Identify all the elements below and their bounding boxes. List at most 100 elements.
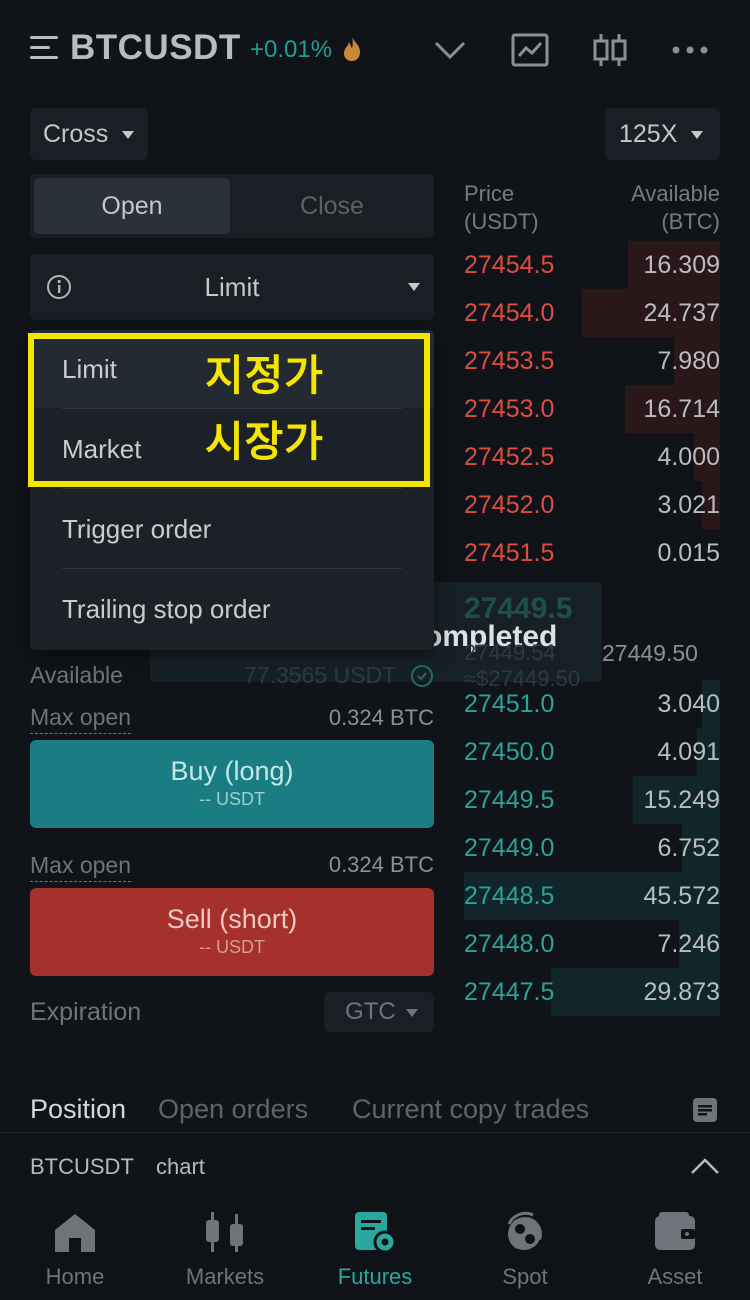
bid-row[interactable]: 27448.5 45.572 [464, 872, 720, 920]
caret-down-icon [408, 283, 420, 291]
nav-markets[interactable]: Markets [150, 1186, 300, 1300]
nav-home[interactable]: Home [0, 1186, 150, 1300]
bid-qty: 45.572 [643, 882, 720, 910]
chart-bar-label[interactable]: chart [156, 1154, 205, 1180]
bid-qty: 15.249 [643, 786, 720, 814]
price-change: +0.01% [250, 36, 333, 63]
buy-long-button[interactable]: Buy (long) -- USDT [30, 740, 434, 828]
ask-price: 27453.5 [464, 347, 555, 375]
available-value: 77.3565 USDT [244, 662, 397, 688]
ask-row[interactable]: 27454.5 16.309 [464, 241, 720, 289]
more-icon[interactable] [670, 30, 710, 70]
bid-row[interactable]: 27450.0 4.091 [464, 728, 720, 776]
bid-row[interactable]: 27449.5 15.249 [464, 776, 720, 824]
expiration-select[interactable]: GTC [324, 992, 434, 1032]
tab-current-copy-trades[interactable]: Current copy trades [352, 1094, 589, 1125]
spot-icon [503, 1210, 547, 1254]
ask-qty: 3.021 [657, 491, 720, 519]
nav-markets-label: Markets [185, 1264, 265, 1289]
buy-button-amount: -- USDT [199, 789, 265, 809]
divider [62, 568, 402, 569]
price-header-label: Price [464, 181, 515, 206]
qty-column-header: Available (BTC) [631, 180, 720, 236]
pair-title[interactable]: BTCUSDT [70, 28, 241, 68]
ask-row[interactable]: 27452.0 3.021 [464, 481, 720, 529]
nav-futures[interactable]: Futures [300, 1186, 450, 1300]
bid-row[interactable]: 27447.5 29.873 [464, 968, 720, 1016]
ask-qty: 16.309 [643, 251, 720, 279]
nav-home-label: Home [45, 1264, 105, 1289]
candlestick-icon[interactable] [590, 30, 630, 70]
open-close-tabs: Open Close [30, 174, 434, 238]
caret-down-icon [122, 131, 135, 140]
wallet-icon [653, 1210, 697, 1254]
expiration-label: Expiration [30, 998, 142, 1026]
bid-price: 27451.0 [464, 690, 555, 718]
candlestick-icon [203, 1210, 247, 1254]
ask-price: 27452.5 [464, 443, 555, 471]
nav-spot-label: Spot [502, 1264, 548, 1289]
margin-mode-label: Cross [43, 120, 109, 148]
buy-button-label: Buy (long) [170, 756, 294, 786]
bid-qty: 3.040 [657, 690, 720, 718]
chart-icon[interactable] [510, 30, 550, 70]
max-open-long-value: 0.324 BTC [328, 705, 434, 730]
ask-qty: 4.000 [657, 443, 720, 471]
max-open-short-value: 0.324 BTC [328, 852, 434, 877]
bid-price: 27449.0 [464, 834, 555, 862]
nav-asset[interactable]: Asset [600, 1186, 750, 1300]
qty-header-label: Available [631, 181, 720, 206]
ask-price: 27454.5 [464, 251, 555, 279]
ask-price: 27451.5 [464, 539, 555, 567]
dropdown-item-trailing-stop-order[interactable]: Trailing stop order [62, 594, 271, 625]
ask-row[interactable]: 27453.5 7.980 [464, 337, 720, 385]
bid-row[interactable]: 27448.0 7.246 [464, 920, 720, 968]
margin-mode-select[interactable]: Cross [30, 108, 148, 160]
leverage-select[interactable]: 125X [605, 108, 720, 160]
bid-price: 27448.5 [464, 882, 555, 910]
caret-down-icon [691, 131, 704, 140]
tab-open[interactable]: Open [34, 178, 230, 234]
max-open-label[interactable]: Max open [30, 852, 132, 882]
ask-price: 27452.0 [464, 491, 555, 519]
tab-open-orders[interactable]: Open orders [158, 1094, 308, 1125]
menu-icon[interactable] [30, 34, 60, 62]
qty-header-unit: (BTC) [661, 209, 720, 234]
order-type-value: Limit [204, 272, 260, 302]
bid-qty: 29.873 [643, 978, 720, 1006]
sell-button-label: Sell (short) [166, 904, 298, 934]
max-open-label[interactable]: Max open [30, 704, 132, 734]
tab-position[interactable]: Position [30, 1094, 126, 1125]
annotation-limit-korean: 지정가 [205, 352, 324, 399]
bid-row[interactable]: 27449.0 6.752 [464, 824, 720, 872]
tab-close[interactable]: Close [234, 178, 430, 234]
price-header-unit: (USDT) [464, 209, 539, 234]
dropdown-item-trigger-order[interactable]: Trigger order [62, 514, 211, 545]
transfer-icon[interactable] [410, 664, 434, 688]
bid-price: 27447.5 [464, 978, 555, 1006]
chevron-down-icon[interactable] [430, 30, 470, 70]
caret-down-icon [405, 1008, 418, 1017]
chevron-up-icon[interactable] [690, 1156, 720, 1176]
sell-short-button[interactable]: Sell (short) -- USDT [30, 888, 434, 976]
ask-qty: 24.737 [643, 299, 720, 327]
top-bar: BTCUSDT +0.01% [0, 0, 750, 100]
bid-price: 27450.0 [464, 738, 555, 766]
chart-bar-pair[interactable]: BTCUSDT [30, 1154, 134, 1180]
nav-asset-label: Asset [647, 1264, 703, 1289]
order-type-select[interactable]: Limit [30, 254, 434, 320]
bottom-navigation: Home Markets Futures Spot Asset [0, 1186, 750, 1300]
document-icon[interactable] [692, 1097, 718, 1123]
ask-row[interactable]: 27453.0 16.714 [464, 385, 720, 433]
ask-price: 27454.0 [464, 299, 555, 327]
sell-button-amount: -- USDT [199, 937, 265, 957]
leverage-label: 125X [619, 120, 678, 148]
ask-qty: 7.980 [657, 347, 720, 375]
ask-row[interactable]: 27454.0 24.737 [464, 289, 720, 337]
bid-price: 27449.5 [464, 786, 555, 814]
nav-spot[interactable]: Spot [450, 1186, 600, 1300]
fire-icon [340, 36, 364, 62]
ask-row[interactable]: 27452.5 4.000 [464, 433, 720, 481]
price-column-header: Price (USDT) [464, 180, 539, 236]
ask-row[interactable]: 27451.5 0.015 [464, 529, 720, 577]
